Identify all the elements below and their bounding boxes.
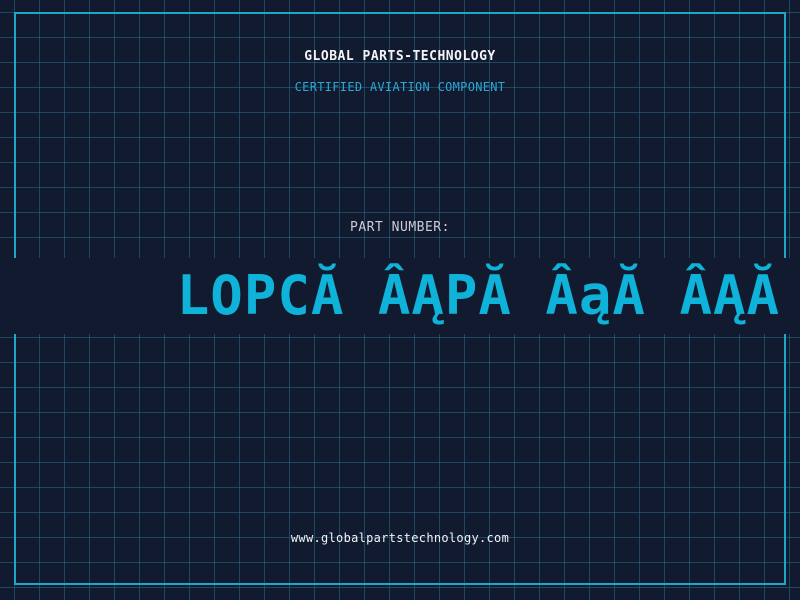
part-number-value: LOPCĂ ÂĄPĂ ÂąĂ ÂĄĂ [176,264,780,327]
website-link[interactable]: www.globalpartstechnology.com [0,531,800,545]
part-number-label: PART NUMBER: [350,220,450,235]
company-name: GLOBAL PARTS-TECHNOLOGY [304,49,496,64]
certification-tagline: CERTIFIED AVIATION COMPONENT [294,80,506,94]
certificate-panel: GLOBAL PARTS-TECHNOLOGY CERTIFIED AVIATI… [0,0,800,600]
part-number-band: LOPCĂ ÂĄPĂ ÂąĂ ÂĄĂ [0,258,800,334]
